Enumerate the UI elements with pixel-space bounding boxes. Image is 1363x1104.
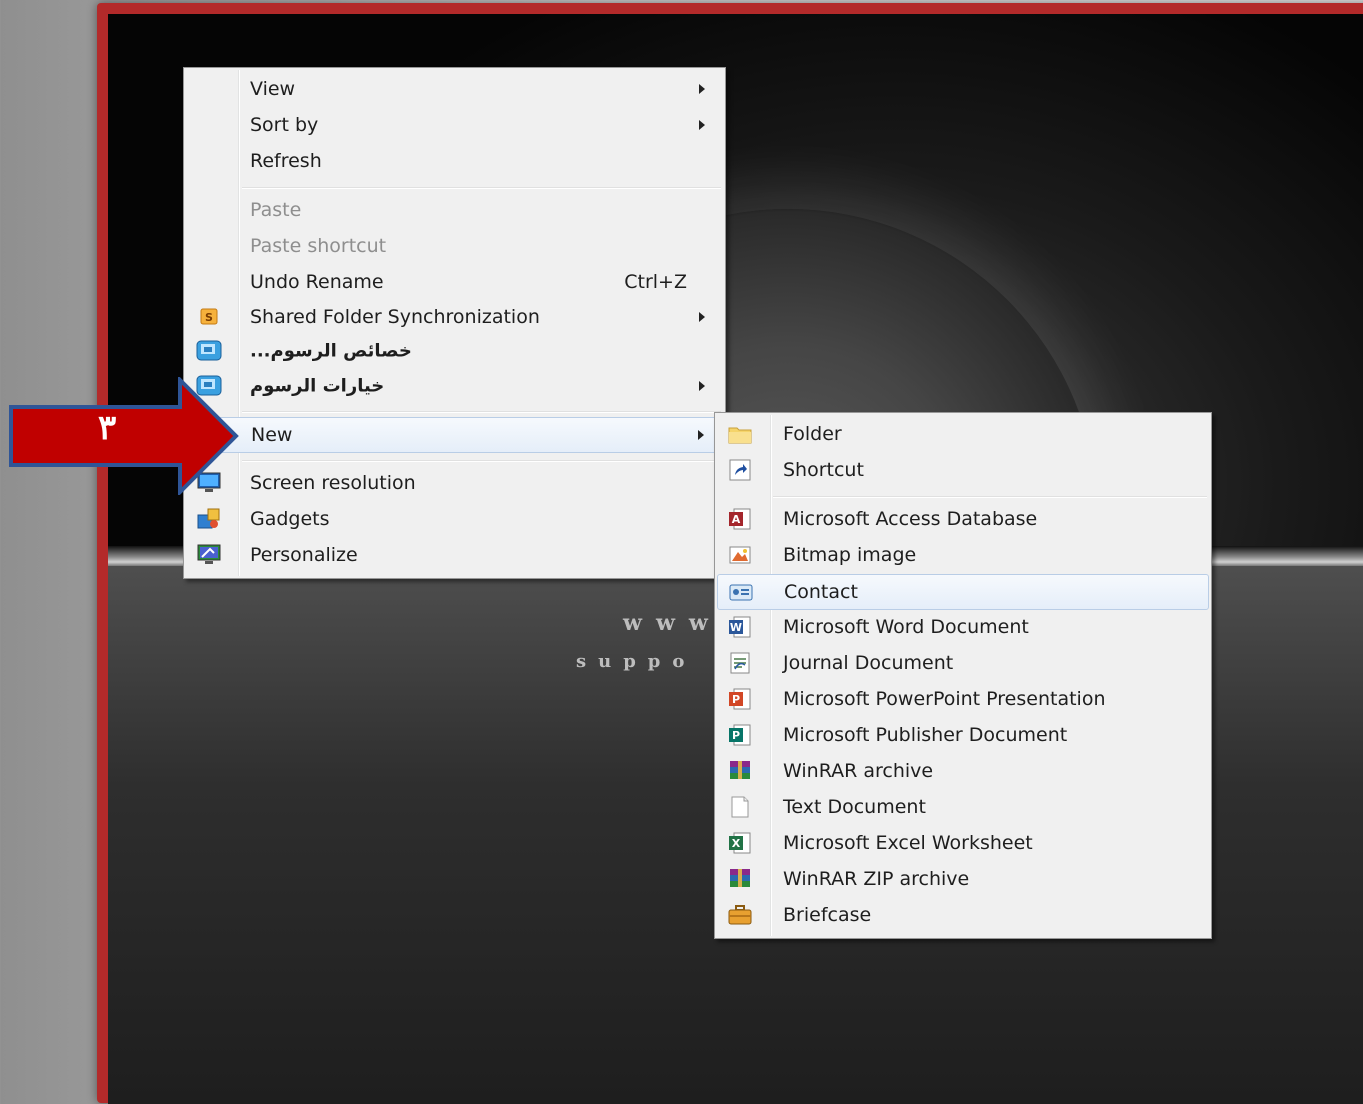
submenu-arrow-icon xyxy=(699,84,705,94)
submenu-item-label: Text Document xyxy=(783,796,926,818)
menu-item-label: Shared Folder Synchronization xyxy=(250,306,540,328)
menu-item-label: خيارات الرسوم xyxy=(250,375,385,397)
submenu-item-access[interactable]: A Microsoft Access Database xyxy=(717,502,1209,536)
submenu-item-label: WinRAR archive xyxy=(783,760,934,782)
watermark-line2: suppo xyxy=(576,651,697,672)
submenu-item-label: Journal Document xyxy=(783,652,954,674)
svg-text:W: W xyxy=(730,621,742,634)
menu-item-label: View xyxy=(250,78,296,100)
svg-text:P: P xyxy=(732,693,740,706)
personalize-icon xyxy=(196,543,222,567)
winrar-zip-icon xyxy=(727,867,753,891)
submenu-item-word[interactable]: W Microsoft Word Document xyxy=(717,610,1209,644)
submenu-arrow-icon xyxy=(699,120,705,130)
submenu-item-label: Microsoft Word Document xyxy=(783,616,1029,638)
submenu-item-label: Microsoft PowerPoint Presentation xyxy=(783,688,1106,710)
word-icon: W xyxy=(727,615,753,639)
submenu-item-contact[interactable]: Contact xyxy=(717,574,1209,610)
submenu-arrow-icon xyxy=(699,312,705,322)
excel-icon: X xyxy=(727,831,753,855)
submenu-item-journal[interactable]: Journal Document xyxy=(717,646,1209,680)
menu-item-label: ...خصائص الرسوم xyxy=(250,340,412,362)
submenu-item-folder[interactable]: Folder xyxy=(717,417,1209,451)
menu-item-sort-by[interactable]: Sort by xyxy=(186,108,723,142)
submenu-item-excel[interactable]: X Microsoft Excel Worksheet xyxy=(717,826,1209,860)
shortcut-icon xyxy=(727,458,753,482)
menu-item-shared-folder-sync[interactable]: S Shared Folder Synchronization xyxy=(186,300,723,334)
menu-separator xyxy=(242,411,721,413)
menu-item-graphics-properties[interactable]: ...خصائص الرسوم xyxy=(186,334,723,368)
powerpoint-icon: P xyxy=(727,687,753,711)
shared-folder-sync-icon: S xyxy=(196,305,222,329)
submenu-item-bitmap[interactable]: Bitmap image xyxy=(717,538,1209,572)
new-submenu: Folder Shortcut A Microsoft Access Datab… xyxy=(714,412,1212,939)
menu-item-new[interactable]: New xyxy=(186,417,723,453)
submenu-item-label: Briefcase xyxy=(783,904,872,926)
graphics-properties-icon xyxy=(196,339,222,363)
menu-separator xyxy=(242,187,721,189)
submenu-item-label: Shortcut xyxy=(783,459,864,481)
submenu-item-text-document[interactable]: Text Document xyxy=(717,790,1209,824)
submenu-item-label: WinRAR ZIP archive xyxy=(783,868,970,890)
submenu-item-label: Bitmap image xyxy=(783,544,917,566)
svg-text:P: P xyxy=(732,729,740,742)
shortcut-text: Ctrl+Z xyxy=(624,271,687,293)
menu-item-undo-rename[interactable]: Undo Rename Ctrl+Z xyxy=(186,265,723,299)
submenu-item-publisher[interactable]: P Microsoft Publisher Document xyxy=(717,718,1209,752)
menu-item-label: Personalize xyxy=(250,544,358,566)
step-number: ٣ xyxy=(98,408,117,448)
submenu-item-winrar[interactable]: WinRAR archive xyxy=(717,754,1209,788)
menu-item-label: Refresh xyxy=(250,150,322,172)
menu-item-view[interactable]: View xyxy=(186,72,723,106)
menu-item-label: Undo Rename xyxy=(250,271,384,293)
submenu-item-label: Folder xyxy=(783,423,842,445)
svg-text:S: S xyxy=(205,311,213,324)
submenu-separator xyxy=(773,496,1207,498)
menu-item-personalize[interactable]: Personalize xyxy=(186,538,723,572)
contact-icon xyxy=(728,580,754,604)
svg-text:A: A xyxy=(732,513,741,526)
menu-item-label: Paste xyxy=(250,199,302,221)
submenu-item-label: Contact xyxy=(784,581,858,603)
menu-item-refresh[interactable]: Refresh xyxy=(186,144,723,178)
submenu-item-label: Microsoft Publisher Document xyxy=(783,724,1068,746)
gadgets-icon xyxy=(196,507,222,531)
publisher-icon: P xyxy=(727,723,753,747)
menu-item-label: Paste shortcut xyxy=(250,235,387,257)
menu-item-paste: Paste xyxy=(186,193,723,227)
submenu-item-shortcut[interactable]: Shortcut xyxy=(717,453,1209,487)
bitmap-icon xyxy=(727,543,753,567)
svg-text:X: X xyxy=(732,837,741,850)
menu-item-graphics-options[interactable]: خيارات الرسوم xyxy=(186,369,723,403)
submenu-item-label: Microsoft Excel Worksheet xyxy=(783,832,1033,854)
briefcase-icon xyxy=(727,903,753,927)
submenu-item-powerpoint[interactable]: P Microsoft PowerPoint Presentation xyxy=(717,682,1209,716)
text-document-icon xyxy=(727,795,753,819)
winrar-icon xyxy=(727,759,753,783)
menu-item-label: New xyxy=(251,424,293,446)
desktop-context-menu: View Sort by Refresh Paste Paste shortcu… xyxy=(183,67,726,579)
submenu-item-briefcase[interactable]: Briefcase xyxy=(717,898,1209,932)
submenu-item-label: Microsoft Access Database xyxy=(783,508,1038,530)
submenu-item-winrar-zip[interactable]: WinRAR ZIP archive xyxy=(717,862,1209,896)
menu-item-screen-resolution[interactable]: Screen resolution xyxy=(186,466,723,500)
watermark-line1: www xyxy=(623,610,722,636)
menu-item-label: Sort by xyxy=(250,114,319,136)
menu-item-label: Screen resolution xyxy=(250,472,416,494)
step-arrow-callout xyxy=(9,377,239,495)
journal-icon xyxy=(727,651,753,675)
menu-separator xyxy=(242,460,721,462)
submenu-arrow-icon xyxy=(698,430,704,440)
folder-icon xyxy=(727,422,753,446)
submenu-arrow-icon xyxy=(699,381,705,391)
arrow-right-icon xyxy=(9,377,239,495)
menu-item-paste-shortcut: Paste shortcut xyxy=(186,229,723,263)
access-icon: A xyxy=(727,507,753,531)
menu-item-gadgets[interactable]: Gadgets xyxy=(186,502,723,536)
menu-item-label: Gadgets xyxy=(250,508,330,530)
